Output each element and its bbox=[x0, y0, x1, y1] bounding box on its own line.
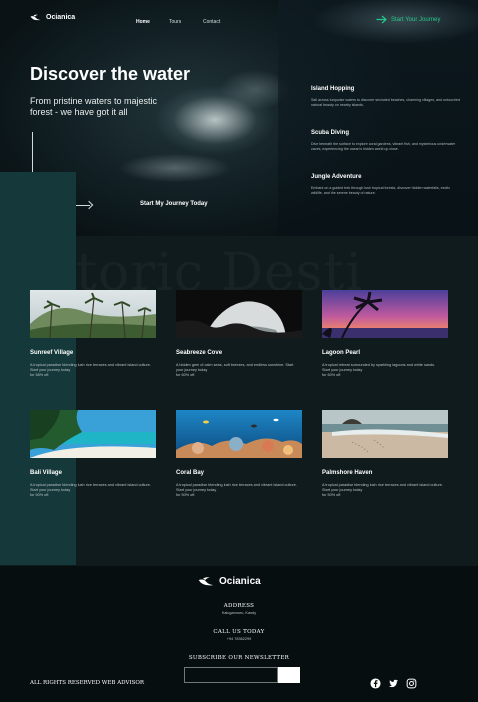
card-image-bali bbox=[30, 410, 156, 458]
call-heading: CALL US TODAY bbox=[213, 629, 265, 635]
hero-arrow-icon bbox=[84, 200, 94, 210]
nav-link-contact[interactable]: Contact bbox=[203, 19, 220, 25]
card-description: A tropical paradise blending lush rice t… bbox=[322, 483, 443, 497]
card-discount: for 60% off. bbox=[322, 373, 342, 377]
top-nav: Ocianica Home Tours Contact Start Your J… bbox=[0, 14, 478, 30]
card-image-palmshore bbox=[322, 410, 448, 458]
address-text: Kalugannoru, Kandy bbox=[221, 611, 257, 615]
feature-jungle-adventure: Jungle Adventure Embark on a guided trek… bbox=[311, 174, 461, 196]
hero-title: Discover the water bbox=[30, 64, 191, 84]
card-image-seabreeze bbox=[176, 290, 302, 338]
brand-logo[interactable]: Ocianica bbox=[30, 14, 75, 21]
card-title: Seabreeze Cove bbox=[176, 350, 223, 356]
footer-logo[interactable]: Ocianica bbox=[198, 576, 261, 587]
destination-card[interactable]: Lagoon Pearl A tropical retreat surround… bbox=[322, 290, 448, 378]
feature-scuba-diving: Scuba Diving Dive beneath the surface to… bbox=[311, 130, 461, 152]
start-journey-link[interactable]: Start Your Journey bbox=[376, 15, 440, 24]
newsletter-email-input[interactable] bbox=[184, 667, 278, 683]
card-title: Coral Bay bbox=[176, 470, 205, 476]
card-image-lagoon bbox=[322, 290, 448, 338]
card-title: Sunreef Village bbox=[30, 350, 74, 356]
feature-island-hopping: Island Hopping Sail across turquoise wat… bbox=[311, 86, 461, 108]
card-title: Lagoon Pearl bbox=[322, 350, 361, 356]
newsletter-heading: SUBSCRIBE OUR NEWSLETTER bbox=[188, 655, 290, 661]
twitter-icon[interactable] bbox=[388, 678, 399, 689]
card-discount: for 50% off. bbox=[30, 493, 50, 497]
card-image-coral bbox=[176, 410, 302, 458]
destination-card[interactable]: Sunreef Village A tropical paradise blen… bbox=[30, 290, 156, 378]
nav-link-home[interactable]: Home bbox=[136, 19, 150, 25]
facebook-icon[interactable] bbox=[370, 678, 381, 689]
copyright-text: ALL RIGHTS RESERVED WEB ADVISOR bbox=[30, 680, 145, 686]
destination-card[interactable]: Bali Village A tropical paradise blendin… bbox=[30, 410, 156, 498]
card-description: A tropical retreat surrounded by sparkli… bbox=[322, 363, 444, 378]
address-heading: ADDRESS bbox=[223, 603, 255, 609]
destination-card[interactable]: Palmshore Haven A tropical paradise blen… bbox=[322, 410, 448, 498]
footer-brand-name: Ocianica bbox=[219, 576, 261, 587]
card-description: A hidden gem of calm seas, soft breezes,… bbox=[176, 363, 298, 378]
destination-card[interactable]: Coral Bay A tropical paradise blending l… bbox=[176, 410, 302, 498]
card-title: Palmshore Haven bbox=[322, 470, 373, 476]
card-discount: for 60% off. bbox=[176, 373, 196, 377]
card-title: Bali Village bbox=[30, 470, 62, 476]
newsletter-submit-button[interactable] bbox=[278, 667, 300, 683]
wave-logo-icon bbox=[198, 577, 214, 586]
site-footer: Ocianica ADDRESS Kalugannoru, Kandy CALL… bbox=[0, 566, 478, 702]
card-description: A tropical paradise blending lush rice t… bbox=[176, 483, 297, 497]
nav-link-tours[interactable]: Tours bbox=[169, 19, 181, 25]
start-journey-label: Start Your Journey bbox=[391, 16, 441, 23]
feature-title: Scuba Diving bbox=[311, 130, 350, 136]
feature-text: Sail across turquoise waters to discover… bbox=[311, 98, 460, 107]
card-discount: for 50% off. bbox=[322, 493, 342, 497]
wave-logo-icon bbox=[30, 14, 41, 21]
hero-subtitle: From pristine waters to majestic forest … bbox=[30, 96, 158, 117]
card-description: A tropical paradise blending lush rice t… bbox=[30, 363, 151, 377]
hero-wave bbox=[280, 0, 478, 60]
arrow-right-icon bbox=[376, 15, 387, 24]
feature-title: Jungle Adventure bbox=[311, 174, 362, 180]
feature-text: Dive beneath the surface to explore cora… bbox=[311, 142, 456, 151]
brand-name: Ocianica bbox=[46, 14, 76, 21]
instagram-icon[interactable] bbox=[406, 678, 417, 689]
phone-number: +94 78362299 bbox=[226, 637, 252, 641]
feature-title: Island Hopping bbox=[311, 86, 355, 92]
destination-card[interactable]: Seabreeze Cove A hidden gem of calm seas… bbox=[176, 290, 302, 378]
card-discount: for 50% off. bbox=[176, 493, 196, 497]
feature-text: Embark on a guided trek through lush tro… bbox=[311, 186, 451, 195]
card-description: A tropical paradise blending lush rice t… bbox=[30, 483, 151, 497]
card-discount: for 58% off. bbox=[30, 373, 50, 377]
card-image-sunreef bbox=[30, 290, 156, 338]
hero-cta-button[interactable]: Start My Journey Today bbox=[140, 201, 208, 207]
